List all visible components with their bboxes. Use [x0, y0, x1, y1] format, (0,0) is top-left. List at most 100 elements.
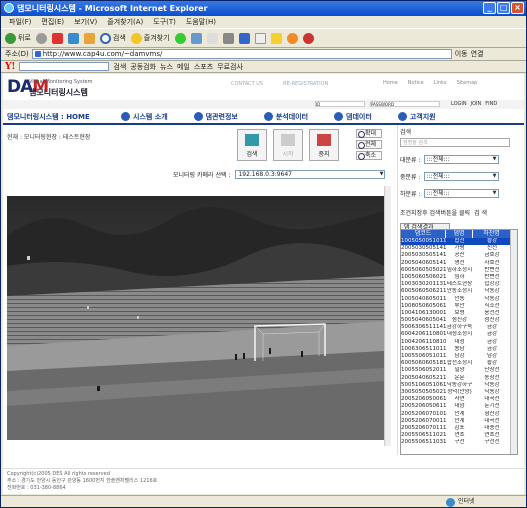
search-submit-button[interactable]: 검 색: [474, 208, 487, 217]
table-row[interactable]: 1005506051011000 남강 남강: [401, 353, 517, 360]
yahoo-search-button[interactable]: 검색: [113, 62, 126, 72]
refresh-icon[interactable]: [67, 32, 79, 44]
zoom-in-button[interactable]: 확대: [356, 129, 382, 138]
table-row[interactable]: 5006306511141000금강하구둑 금강: [401, 324, 517, 331]
links-link[interactable]: Links: [434, 80, 447, 86]
table-row[interactable]: 2005040605141000 영천 자호천: [401, 260, 517, 267]
nav-dam-info[interactable]: 댐관련정보: [193, 112, 238, 122]
table-row[interactable]: 1006306511011000 용담 금강: [401, 346, 517, 353]
menu-tools[interactable]: 도구(T): [153, 16, 176, 28]
id-input[interactable]: ID: [315, 101, 365, 107]
table-row[interactable]: 2005206050611000 대암 둔기천: [401, 403, 517, 410]
discuss-icon[interactable]: [254, 32, 266, 44]
mid-category-label: 중분류 :: [400, 174, 421, 181]
table-row[interactable]: 2005206070111000 감포 대종천: [401, 425, 517, 432]
menu-favorites[interactable]: 즐겨찾기(A): [107, 16, 143, 28]
table-row[interactable]: 1008050605061000 부안 직소천: [401, 303, 517, 310]
small-category-select[interactable]: :::전체:::: [423, 189, 499, 198]
yahoo-item-3[interactable]: 메일: [177, 62, 190, 72]
home-link[interactable]: Home: [383, 80, 398, 86]
stop-button[interactable]: 중지: [309, 129, 339, 161]
dam-search-input[interactable]: 댐명을 검색: [400, 138, 510, 147]
table-row[interactable]: 1005040605011000 안동 낙동강: [401, 296, 517, 303]
yahoo-item-2[interactable]: 뉴스: [160, 62, 173, 72]
table-row[interactable]: 2005030505141000 공산 금호강: [401, 252, 517, 259]
history-icon[interactable]: [190, 32, 202, 44]
camera-video-feed[interactable]: [7, 196, 384, 440]
yahoo-search-input[interactable]: [19, 62, 110, 71]
search-camera-button[interactable]: 검색: [237, 129, 267, 161]
maximize-button[interactable]: □: [497, 2, 510, 14]
menu-edit[interactable]: 편집(E): [41, 16, 64, 28]
forward-arrow-icon[interactable]: [35, 32, 47, 44]
nav-customer-support[interactable]: 고객지원: [397, 112, 436, 122]
sitemap-link[interactable]: Sitemap: [457, 80, 478, 86]
table-row[interactable]: 2005506511021000 연초 연초천: [401, 432, 517, 439]
yahoo-logo[interactable]: Y!: [5, 62, 15, 72]
table-row[interactable]: 1005060506021000 임하 반변천: [401, 274, 517, 281]
login-button[interactable]: LOGIN: [451, 101, 467, 107]
zoom-all-button[interactable]: 전체: [356, 140, 382, 149]
table-row[interactable]: 6005060505021000임하조정지 반변천: [401, 267, 517, 274]
print-icon[interactable]: [222, 32, 234, 44]
menu-view[interactable]: 보기(V): [74, 16, 97, 28]
table-scrollbar[interactable]: [510, 230, 517, 454]
nav-home[interactable]: 댐모니터링시스템 : HOME: [3, 112, 121, 122]
table-row[interactable]: 5005106051061000낙동강하구 낙동강: [401, 382, 517, 389]
home-icon[interactable]: [83, 32, 95, 44]
find-button[interactable]: FIND: [485, 101, 497, 107]
zoom-out-button[interactable]: 축소: [356, 151, 382, 160]
table-row[interactable]: 1003030201131013테스트현장 입강강: [401, 281, 517, 288]
table-row[interactable]: 1004206110810000 대청 금강: [401, 339, 517, 346]
links-button[interactable]: 연결: [471, 49, 484, 59]
mail-icon[interactable]: [206, 32, 218, 44]
password-input[interactable]: PASSWORD: [370, 101, 440, 107]
close-button[interactable]: ×: [511, 2, 524, 14]
table-row[interactable]: 1005050051011000 합천 황강: [401, 238, 517, 246]
address-input[interactable]: http://www.cap4u.com/~damvms/: [31, 49, 452, 59]
folder-icon[interactable]: [270, 32, 282, 44]
video-scrollbar[interactable]: [384, 186, 391, 446]
stop-icon[interactable]: [51, 32, 63, 44]
table-row[interactable]: 6004206110801000대청조정지 금강: [401, 331, 517, 338]
search-button[interactable]: 검색: [99, 32, 126, 44]
yahoo-item-4[interactable]: 스포츠: [194, 62, 213, 72]
table-row[interactable]: 2005040605211000 운문 동창천: [401, 375, 517, 382]
contact-link[interactable]: CONTACT US: [231, 81, 263, 87]
table-row[interactable]: 2005506511031000 구천 구천천: [401, 439, 517, 446]
reregistration-link[interactable]: RE-REGISTRATION: [283, 81, 328, 87]
nav-dam-data[interactable]: 댐데이터: [334, 112, 372, 122]
table-row[interactable]: 2005206070011000 안계 대곡천: [401, 418, 517, 425]
menu-file[interactable]: 파일(F): [9, 16, 31, 28]
table-row[interactable]: 2005206070101000 안계 형산강: [401, 411, 517, 418]
table-row[interactable]: 1004106130001000 보령 웅천천: [401, 310, 517, 317]
back-button[interactable]: 뒤로: [5, 32, 31, 44]
yahoo-item-1[interactable]: 공동검화: [130, 62, 156, 72]
table-row[interactable]: 6005060605181000합천조정지 황강: [401, 360, 517, 367]
notice-link[interactable]: Notice: [408, 80, 424, 86]
join-button[interactable]: JOIN: [471, 101, 482, 107]
river-name-cell: 금강: [486, 345, 498, 352]
table-row[interactable]: 3005050505021000성덕(안양) 낙동강: [401, 389, 517, 396]
camera-select[interactable]: 192.168.0.3:9647: [235, 170, 386, 179]
yahoo-item-5[interactable]: 무료검사: [217, 62, 243, 72]
research-icon[interactable]: [302, 32, 314, 44]
nav-analysis-data[interactable]: 분석데이터: [263, 112, 308, 122]
large-category-select[interactable]: :::전체:::: [423, 155, 499, 164]
nav-system-intro[interactable]: 시스템 소개: [121, 112, 168, 122]
start-button[interactable]: 시작: [273, 129, 303, 161]
messenger-icon[interactable]: [286, 32, 298, 44]
media-icon[interactable]: [174, 32, 186, 44]
table-row[interactable]: 2005030505141000 가평 신천: [401, 245, 517, 252]
minimize-button[interactable]: _: [483, 2, 496, 14]
go-button[interactable]: 이동: [455, 49, 468, 59]
mid-category-select[interactable]: :::전체:::: [423, 172, 499, 181]
table-row[interactable]: 6005060506211000안동조정지 낙동강: [401, 288, 517, 295]
table-row[interactable]: 1005506052011000 밀양 단장천: [401, 367, 517, 374]
favorites-button[interactable]: 즐겨찾기: [130, 32, 170, 44]
menu-help[interactable]: 도움말(H): [186, 16, 216, 28]
dam-name-cell: 금강하구둑: [446, 324, 473, 331]
table-row[interactable]: 2005206050061000 사연 대곡천: [401, 396, 517, 403]
table-row[interactable]: 5005040605041000 섬진강 섬진강: [401, 317, 517, 324]
edit-icon[interactable]: [238, 32, 250, 44]
